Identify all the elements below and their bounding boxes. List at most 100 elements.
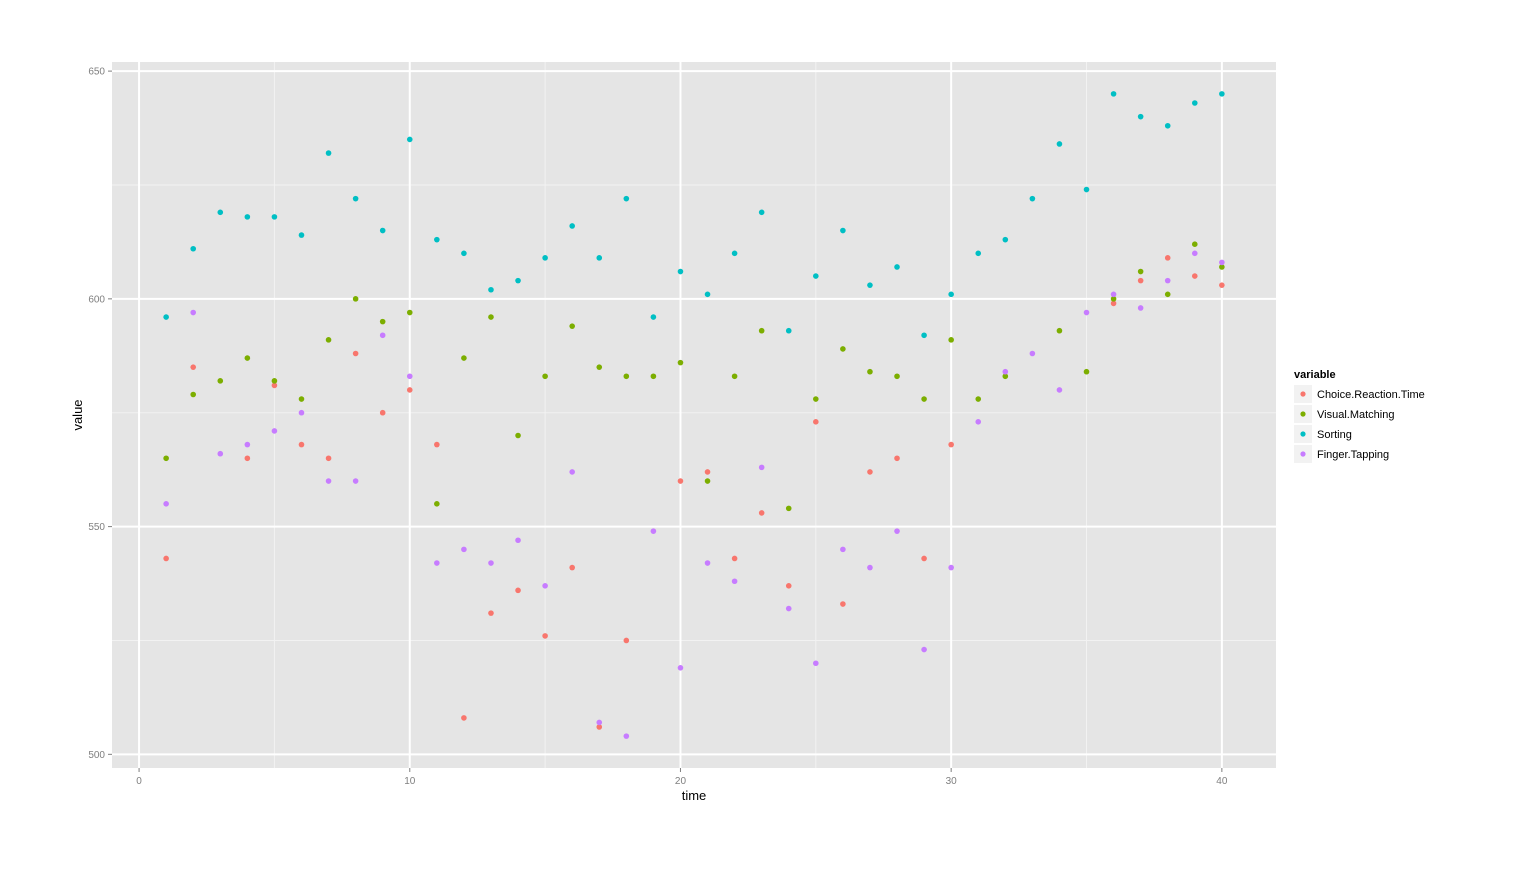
point-sorting [785, 327, 792, 334]
point-finger-tapping [1219, 259, 1225, 266]
point-sorting [542, 255, 548, 261]
point-visual-matching [190, 391, 197, 398]
point-choice-reaction-time [785, 583, 792, 589]
point-finger-tapping [867, 564, 873, 571]
point-sorting [731, 250, 738, 257]
point-sorting [894, 264, 900, 270]
legend-marker [1300, 431, 1306, 437]
point-visual-matching [650, 373, 657, 380]
point-visual-matching [731, 373, 738, 380]
point-choice-reaction-time [921, 555, 927, 562]
point-choice-reaction-time [1137, 277, 1144, 284]
x-tick-label: 20 [675, 776, 687, 787]
point-visual-matching [921, 396, 927, 402]
point-sorting [704, 291, 711, 298]
point-visual-matching [163, 455, 169, 462]
point-choice-reaction-time [894, 455, 900, 462]
point-choice-reaction-time [515, 587, 521, 594]
point-sorting [1191, 100, 1198, 106]
point-finger-tapping [840, 546, 846, 553]
point-finger-tapping [1191, 250, 1198, 257]
point-sorting [325, 150, 332, 156]
point-sorting [515, 277, 521, 284]
point-sorting [840, 227, 846, 234]
point-visual-matching [894, 373, 900, 380]
point-sorting [813, 273, 819, 279]
point-sorting [948, 291, 954, 298]
point-finger-tapping [542, 583, 548, 589]
point-finger-tapping [704, 560, 711, 566]
legend-label: Finger.Tapping [1317, 449, 1389, 461]
point-finger-tapping [190, 309, 197, 316]
legend-marker [1300, 451, 1306, 457]
point-choice-reaction-time [704, 469, 711, 475]
point-choice-reaction-time [298, 441, 305, 448]
point-visual-matching [867, 368, 873, 375]
point-finger-tapping [461, 546, 467, 553]
point-finger-tapping [271, 428, 278, 434]
point-finger-tapping [596, 719, 603, 726]
point-visual-matching [948, 337, 954, 343]
point-visual-matching [1083, 368, 1090, 375]
point-choice-reaction-time [488, 610, 494, 616]
point-visual-matching [379, 318, 386, 325]
point-visual-matching [1056, 327, 1063, 334]
point-visual-matching [975, 396, 982, 402]
point-choice-reaction-time [813, 419, 819, 425]
point-sorting [623, 195, 630, 202]
legend-title: variable [1294, 369, 1336, 381]
scatter-chart: 0 10 20 30 40 500 550 600 650 time value variab… [70, 62, 1425, 803]
point-sorting [379, 227, 386, 234]
y-tick-label: 550 [88, 522, 105, 533]
point-sorting [569, 223, 575, 229]
point-finger-tapping [515, 537, 521, 544]
point-sorting [190, 245, 197, 252]
point-finger-tapping [1110, 291, 1117, 298]
point-sorting [1083, 186, 1090, 193]
point-finger-tapping [244, 441, 251, 448]
point-visual-matching [1137, 268, 1144, 275]
legend-marker [1300, 391, 1306, 397]
point-visual-matching [596, 364, 603, 370]
x-axis: 0 10 20 30 40 [136, 768, 1228, 787]
point-finger-tapping [352, 478, 359, 484]
plot-panel [112, 62, 1276, 768]
point-choice-reaction-time [569, 564, 575, 571]
point-visual-matching [515, 432, 521, 439]
point-choice-reaction-time [1219, 282, 1225, 288]
x-tick-label: 30 [946, 776, 958, 787]
x-tick-label: 0 [136, 776, 142, 787]
y-axis: 500 550 600 650 [88, 67, 112, 761]
point-choice-reaction-time [461, 715, 467, 721]
point-choice-reaction-time [623, 637, 630, 644]
point-choice-reaction-time [244, 455, 251, 462]
point-sorting [434, 236, 440, 243]
point-finger-tapping [921, 646, 927, 653]
point-choice-reaction-time [840, 601, 846, 607]
point-finger-tapping [758, 464, 765, 471]
legend-item-sorting: Sorting [1294, 425, 1352, 443]
point-visual-matching [271, 378, 278, 384]
point-finger-tapping [1056, 387, 1063, 393]
y-tick-label: 600 [88, 294, 105, 305]
point-visual-matching [813, 396, 819, 402]
legend-label: Sorting [1317, 429, 1352, 441]
point-finger-tapping [569, 469, 575, 475]
point-visual-matching [1191, 241, 1198, 247]
y-tick-label: 500 [88, 750, 105, 761]
point-finger-tapping [488, 560, 494, 566]
point-choice-reaction-time [948, 441, 954, 448]
point-sorting [650, 314, 657, 320]
point-sorting [1110, 91, 1117, 97]
legend: variable Choice.Reaction.Time Visual.Matc… [1294, 369, 1425, 463]
point-finger-tapping [1029, 350, 1036, 357]
point-finger-tapping [217, 450, 224, 457]
point-visual-matching [542, 373, 548, 380]
point-finger-tapping [379, 332, 386, 339]
point-sorting [217, 209, 224, 216]
point-sorting [163, 314, 169, 320]
point-finger-tapping [731, 578, 738, 585]
point-finger-tapping [163, 501, 169, 507]
point-visual-matching [677, 359, 684, 366]
point-choice-reaction-time [758, 510, 765, 516]
